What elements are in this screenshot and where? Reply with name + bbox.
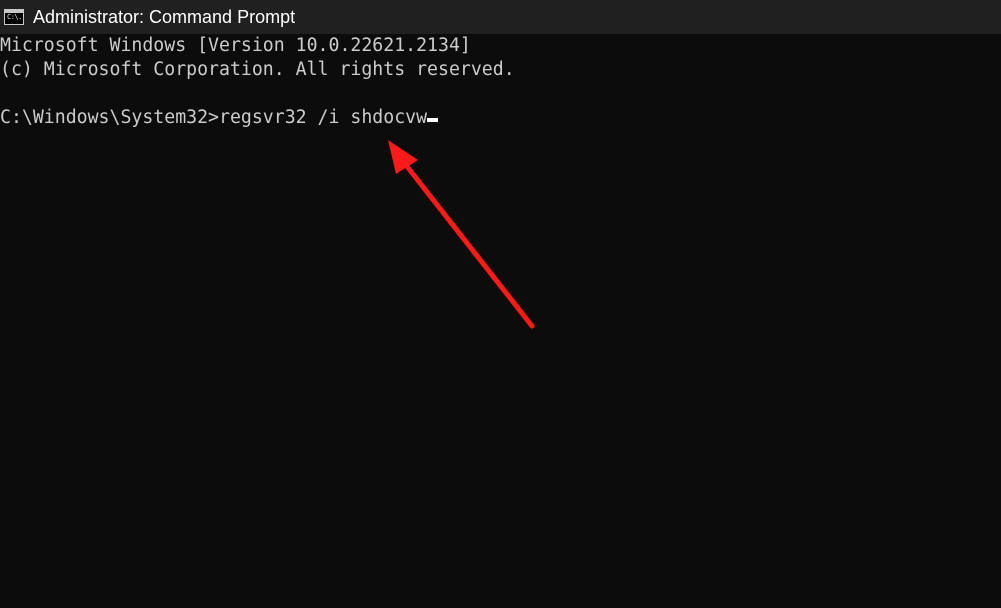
console-line-copyright: (c) Microsoft Corporation. All rights re… bbox=[0, 59, 515, 80]
typed-command: regsvr32 /i shdocvw bbox=[219, 107, 428, 128]
prompt-path: C:\Windows\System32> bbox=[0, 107, 219, 128]
command-line[interactable]: C:\Windows\System32>regsvr32 /i shdocvw bbox=[0, 106, 439, 130]
command-prompt-icon-text: C:\. bbox=[7, 13, 22, 21]
console-line-version: Microsoft Windows [Version 10.0.22621.21… bbox=[0, 35, 471, 56]
console-area[interactable]: Microsoft Windows [Version 10.0.22621.21… bbox=[0, 34, 1001, 608]
window-title: Administrator: Command Prompt bbox=[33, 7, 296, 27]
command-prompt-window: C:\. Administrator: Command Prompt Micro… bbox=[0, 0, 1001, 608]
title-bar[interactable]: C:\. Administrator: Command Prompt bbox=[0, 0, 1001, 34]
text-cursor bbox=[427, 118, 439, 122]
command-prompt-icon: C:\. bbox=[4, 9, 24, 25]
